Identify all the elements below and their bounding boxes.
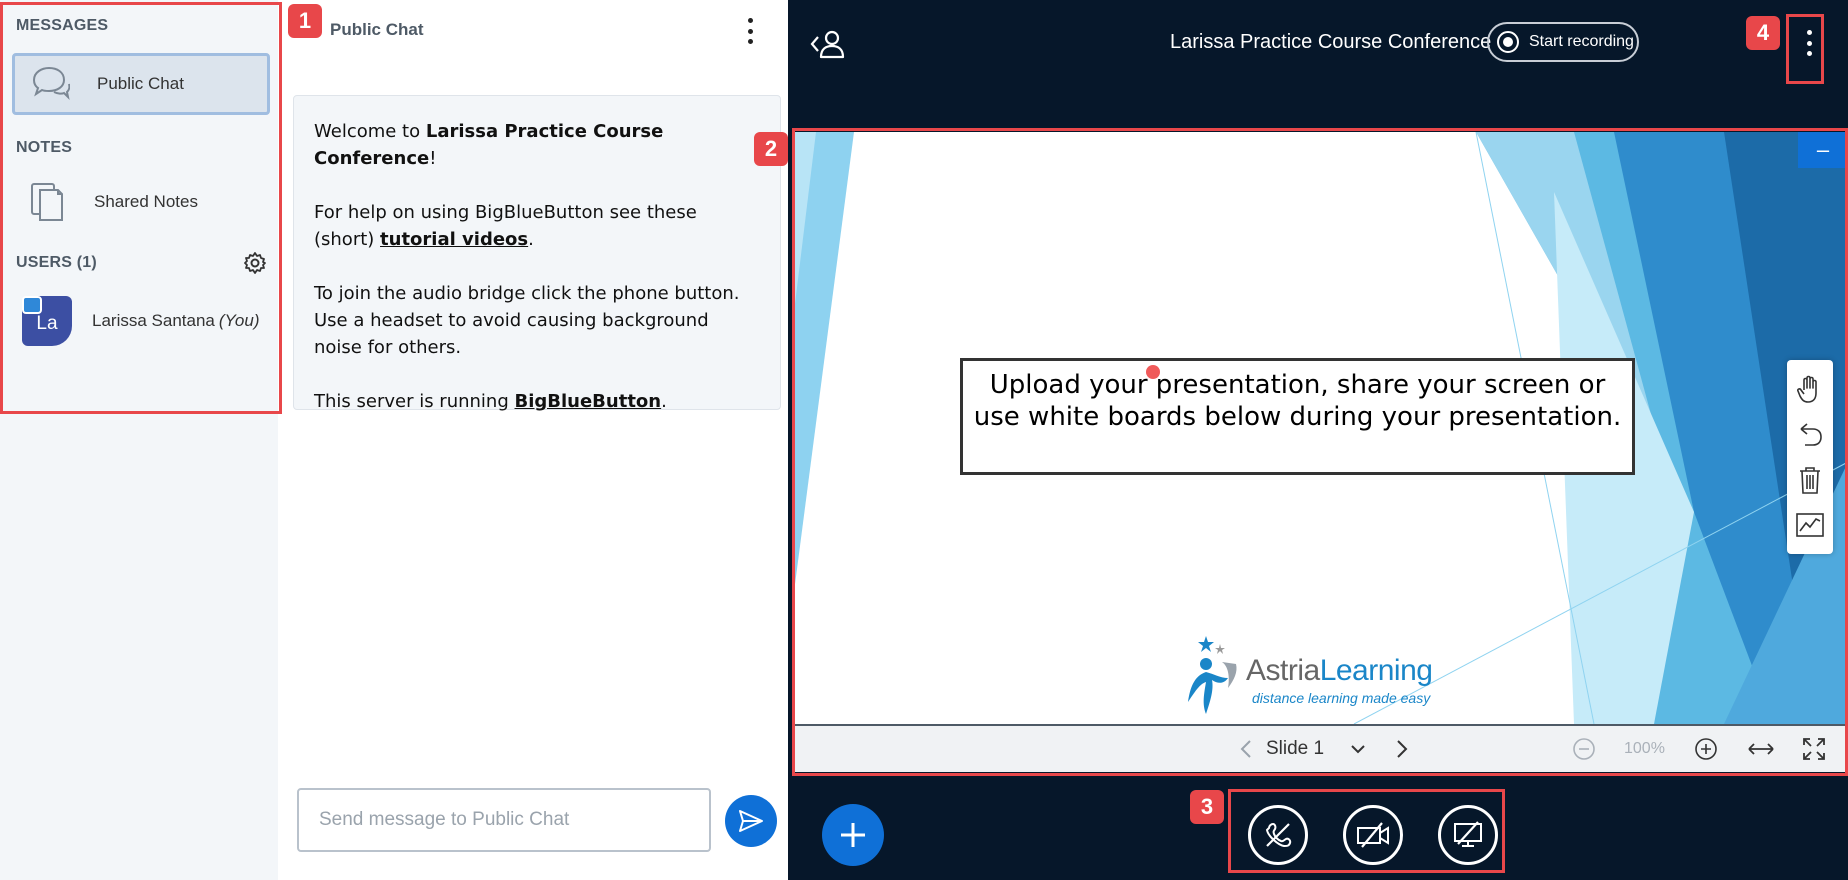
callout-box-1 bbox=[0, 2, 282, 414]
chat-title: Public Chat bbox=[330, 20, 424, 39]
callout-box-3 bbox=[1228, 789, 1505, 873]
server-text: This server is running bbox=[314, 391, 515, 412]
plus-icon bbox=[841, 823, 865, 847]
send-message-button[interactable] bbox=[725, 795, 777, 847]
callout-badge-3: 3 bbox=[1190, 790, 1224, 824]
welcome-message: Welcome to Larissa Practice Course Confe… bbox=[293, 95, 781, 412]
server-suffix: . bbox=[661, 391, 667, 412]
callout-box-4 bbox=[1786, 14, 1824, 84]
help-suffix: . bbox=[528, 229, 534, 250]
callout-badge-4: 4 bbox=[1746, 16, 1780, 50]
start-recording-label: Start recording bbox=[1529, 33, 1634, 50]
tutorial-videos-link[interactable]: tutorial videos bbox=[380, 229, 528, 250]
meeting-title: Larissa Practice Course Conference bbox=[1170, 31, 1492, 53]
record-icon bbox=[1497, 31, 1519, 53]
welcome-prefix: Welcome to bbox=[314, 121, 426, 142]
chat-message-input[interactable] bbox=[297, 788, 711, 852]
audio-bridge-text: To join the audio bridge click the phone… bbox=[314, 283, 740, 358]
start-recording-button[interactable]: Start recording bbox=[1487, 22, 1639, 62]
toggle-userlist-icon[interactable] bbox=[810, 28, 846, 60]
actions-plus-button[interactable] bbox=[822, 804, 884, 866]
callout-box-2 bbox=[792, 128, 1848, 776]
welcome-suffix: ! bbox=[429, 148, 437, 169]
chat-options-kebab-icon[interactable] bbox=[743, 18, 757, 44]
send-arrow-icon bbox=[739, 810, 763, 832]
public-chat-panel: Public Chat Welcome to Larissa Practice … bbox=[278, 0, 788, 880]
callout-badge-1: 1 bbox=[288, 4, 322, 38]
callout-badge-2: 2 bbox=[754, 132, 788, 166]
bigbluebutton-link[interactable]: BigBlueButton bbox=[515, 391, 662, 412]
